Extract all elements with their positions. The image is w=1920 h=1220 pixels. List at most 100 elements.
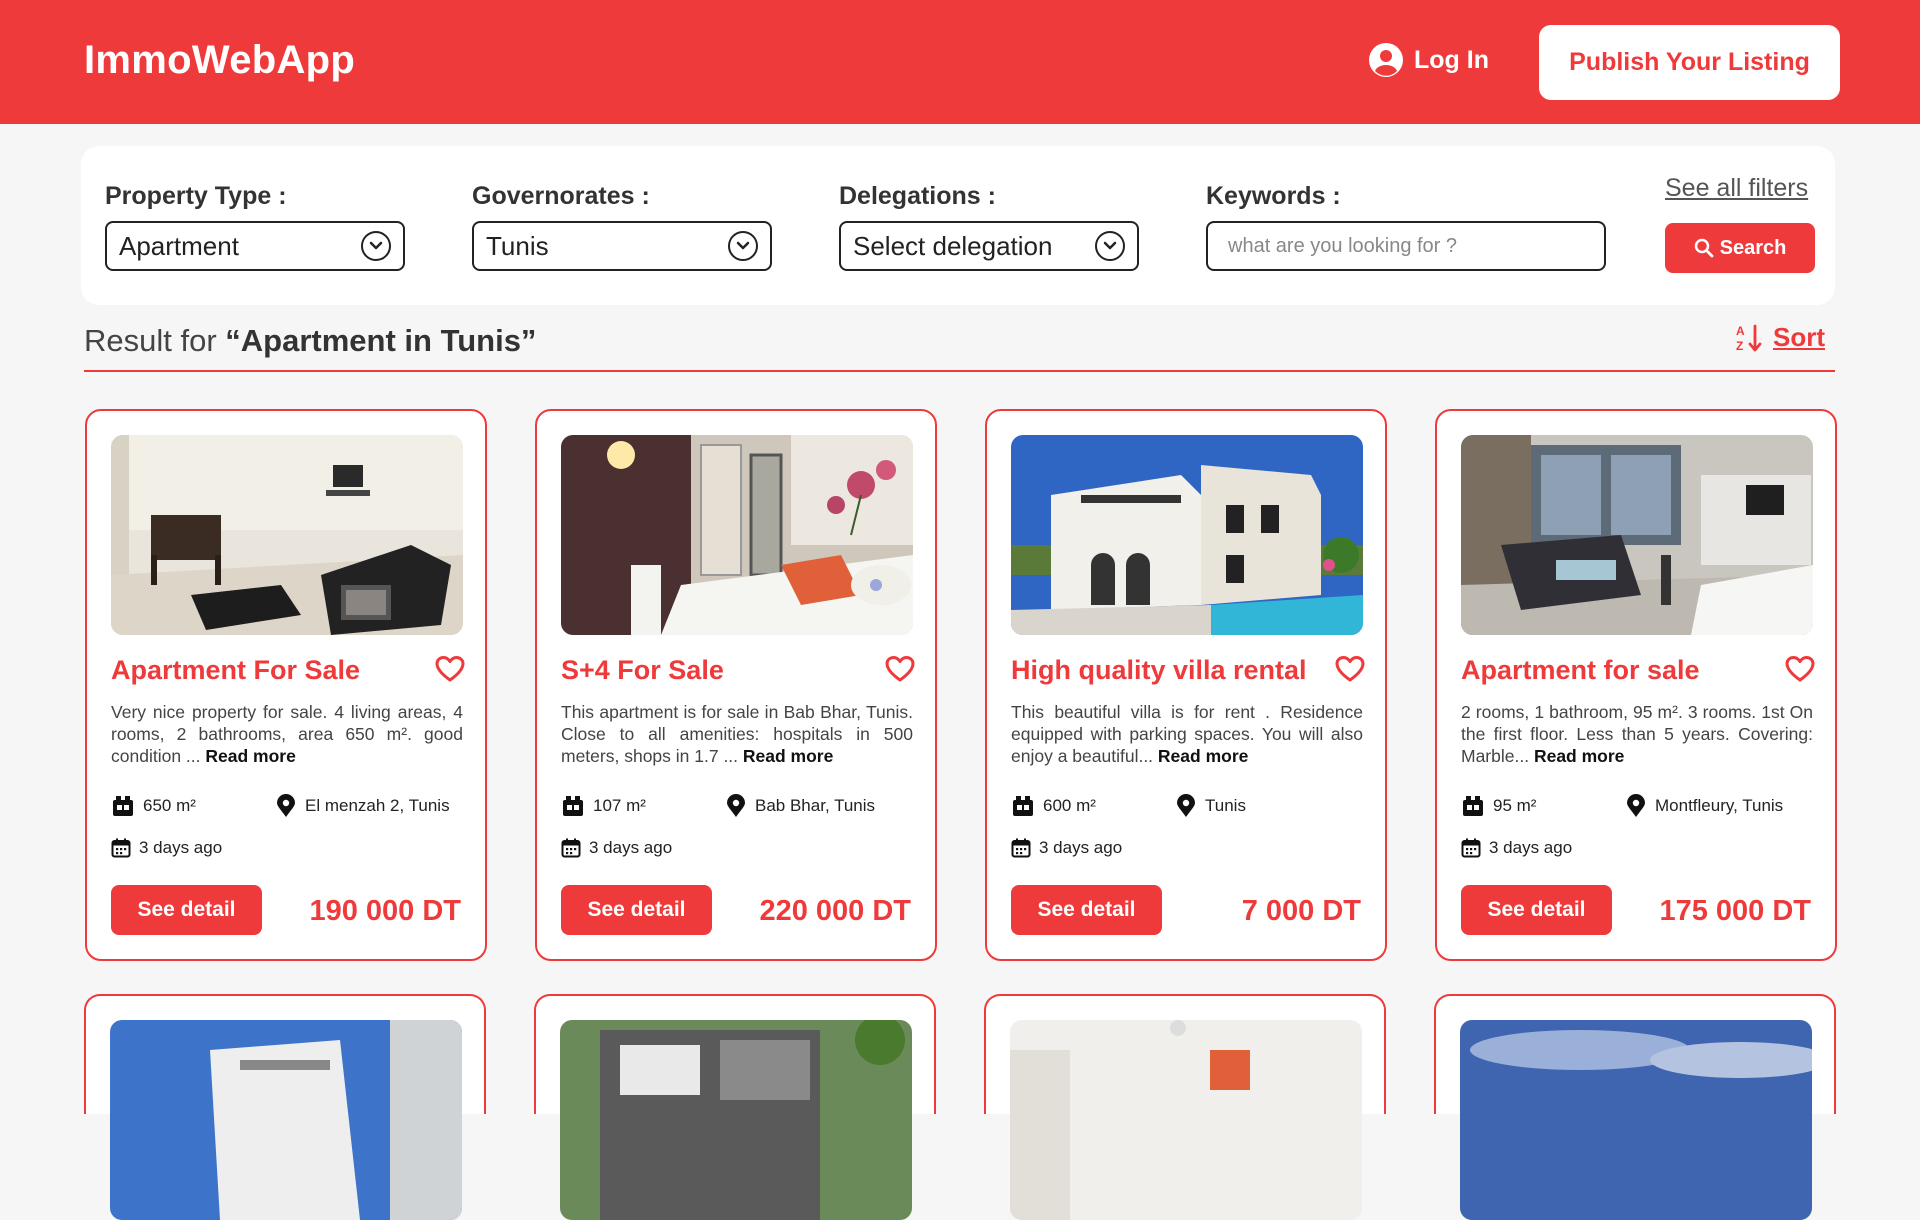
user-circle-icon <box>1369 43 1403 77</box>
listing-date-row: 3 days ago <box>111 838 222 858</box>
area-icon <box>563 796 583 816</box>
listing-area: 600 m² <box>1011 794 1175 818</box>
governorates-label: Governorates : <box>472 182 650 210</box>
listing-title[interactable]: Apartment for sale <box>1461 655 1700 686</box>
read-more-link[interactable]: Read more <box>1158 746 1248 766</box>
listing-description: This beautiful villa is for rent . Resid… <box>1011 701 1363 767</box>
listing-location-value: El menzah 2, Tunis <box>305 796 450 815</box>
calendar-icon <box>111 838 131 858</box>
search-button[interactable]: Search <box>1665 223 1815 273</box>
calendar-icon <box>1011 838 1031 858</box>
listing-photo[interactable] <box>1011 435 1363 635</box>
chevron-down-icon <box>361 231 391 261</box>
see-detail-button[interactable]: See detail <box>1011 885 1162 935</box>
read-more-link[interactable]: Read more <box>1534 746 1624 766</box>
login-label: Log In <box>1414 45 1489 74</box>
listing-title[interactable]: S+4 For Sale <box>561 655 724 686</box>
listing-price: 175 000 DT <box>1659 895 1811 927</box>
see-all-filters-link[interactable]: See all filters <box>1665 174 1808 203</box>
search-icon <box>1694 238 1714 258</box>
listing-description: 2 rooms, 1 bathroom, 95 m². 3 rooms. 1st… <box>1461 701 1813 767</box>
listing-card <box>984 994 1386 1220</box>
listing-photo[interactable] <box>110 1020 462 1220</box>
result-prefix: Result for <box>84 323 226 358</box>
listing-area-value: 107 m² <box>593 796 646 815</box>
property-type-select[interactable]: Apartment <box>105 221 405 271</box>
sort-alpha-icon: A Z <box>1736 324 1762 353</box>
listing-date-row: 3 days ago <box>561 838 672 858</box>
listing-price: 190 000 DT <box>309 895 461 927</box>
area-icon <box>113 796 133 816</box>
listing-description-text: This apartment is for sale in Bab Bhar, … <box>561 702 913 766</box>
result-divider <box>84 370 1835 372</box>
calendar-icon <box>561 838 581 858</box>
governorates-value: Tunis <box>486 230 549 261</box>
listing-location-value: Tunis <box>1205 796 1246 815</box>
result-heading: Result for “Apartment in Tunis” <box>84 323 536 359</box>
listing-meta-row: 95 m² Montfleury, Tunis <box>1461 794 1783 818</box>
listing-location-value: Montfleury, Tunis <box>1655 796 1784 815</box>
svg-text:Z: Z <box>1736 339 1743 353</box>
listing-area: 95 m² <box>1461 794 1625 818</box>
listing-photo[interactable] <box>560 1020 912 1220</box>
listing-photo[interactable] <box>1461 435 1813 635</box>
listing-location: Bab Bhar, Tunis <box>725 794 875 818</box>
delegations-value: Select delegation <box>853 230 1053 261</box>
area-icon <box>1013 796 1033 816</box>
listing-area: 107 m² <box>561 794 725 818</box>
listing-description-text: 2 rooms, 1 bathroom, 95 m². 3 rooms. 1st… <box>1461 702 1813 766</box>
heart-icon[interactable] <box>885 655 915 683</box>
listing-description: This apartment is for sale in Bab Bhar, … <box>561 701 913 767</box>
see-detail-button[interactable]: See detail <box>1461 885 1612 935</box>
map-pin-icon <box>727 794 745 817</box>
heart-icon[interactable] <box>1785 655 1815 683</box>
sort-button[interactable]: A Z Sort <box>1735 322 1825 353</box>
listing-area: 650 m² <box>111 794 275 818</box>
publish-listing-button[interactable]: Publish Your Listing <box>1539 25 1840 100</box>
listing-area-value: 95 m² <box>1493 796 1537 815</box>
listing-title[interactable]: High quality villa rental <box>1011 655 1307 686</box>
see-detail-button[interactable]: See detail <box>561 885 712 935</box>
chevron-down-icon <box>1095 231 1125 261</box>
listing-card: High quality villa rental This beautiful… <box>985 409 1387 961</box>
listing-date-row: 3 days ago <box>1011 838 1122 858</box>
login-button[interactable]: Log In <box>1368 42 1489 78</box>
property-type-label: Property Type : <box>105 182 287 210</box>
delegations-filter: Delegations : Select delegation <box>839 182 1139 271</box>
listing-card: Apartment for sale 2 rooms, 1 bathroom, … <box>1435 409 1837 961</box>
listing-title[interactable]: Apartment For Sale <box>111 655 360 686</box>
listing-posted: 3 days ago <box>139 838 223 857</box>
delegations-label: Delegations : <box>839 182 996 210</box>
listing-price: 220 000 DT <box>759 895 911 927</box>
map-pin-icon <box>277 794 295 817</box>
read-more-link[interactable]: Read more <box>205 746 295 766</box>
listing-posted: 3 days ago <box>1039 838 1123 857</box>
listing-photo[interactable] <box>111 435 463 635</box>
listing-card <box>534 994 936 1220</box>
listing-area-value: 650 m² <box>143 796 196 815</box>
see-detail-button[interactable]: See detail <box>111 885 262 935</box>
map-pin-icon <box>1177 794 1195 817</box>
listing-posted: 3 days ago <box>589 838 673 857</box>
area-icon <box>1463 796 1483 816</box>
delegations-select[interactable]: Select delegation <box>839 221 1139 271</box>
listing-photo[interactable] <box>561 435 913 635</box>
brand-logo[interactable]: ImmoWebApp <box>84 38 355 83</box>
governorates-select[interactable]: Tunis <box>472 221 772 271</box>
sort-label: Sort <box>1773 322 1825 352</box>
heart-icon[interactable] <box>1335 655 1365 683</box>
listing-location: El menzah 2, Tunis <box>275 794 450 818</box>
property-type-filter: Property Type : Apartment <box>105 182 405 271</box>
listing-meta-row: 107 m² Bab Bhar, Tunis <box>561 794 875 818</box>
search-label: Search <box>1719 236 1787 259</box>
listing-posted: 3 days ago <box>1489 838 1573 857</box>
heart-icon[interactable] <box>435 655 465 683</box>
listing-location-value: Bab Bhar, Tunis <box>755 796 876 815</box>
listing-photo[interactable] <box>1460 1020 1812 1220</box>
listing-location: Tunis <box>1175 794 1246 818</box>
read-more-link[interactable]: Read more <box>743 746 833 766</box>
listing-meta-row: 600 m² Tunis <box>1011 794 1246 818</box>
listing-photo[interactable] <box>1010 1020 1362 1220</box>
listing-card <box>1434 994 1836 1220</box>
keywords-input[interactable] <box>1206 221 1606 271</box>
